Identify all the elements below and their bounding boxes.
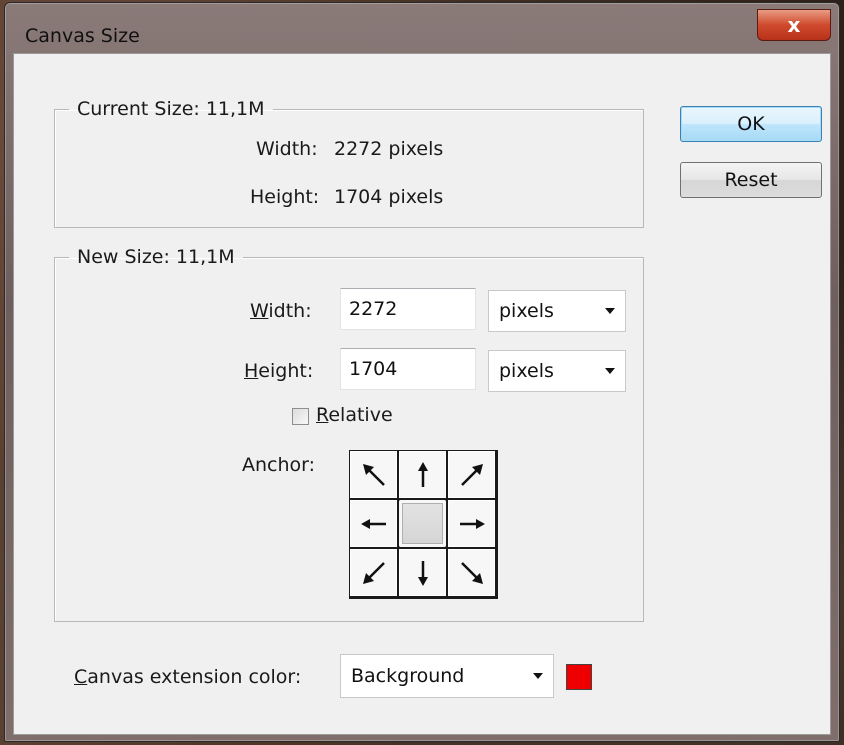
current-width-label: Width: xyxy=(256,138,318,160)
current-height-label: Height: xyxy=(250,186,320,208)
relative-label-rest: elative xyxy=(328,404,393,426)
height-mnemonic: H xyxy=(244,360,259,382)
anchor-bottom-left[interactable] xyxy=(350,549,397,596)
width-mnemonic: W xyxy=(250,300,269,322)
height-label-rest: eight: xyxy=(258,360,314,382)
anchor-left[interactable] xyxy=(350,500,397,547)
arrow-down-right-icon xyxy=(460,561,483,584)
window-title: Canvas Size xyxy=(25,25,140,47)
current-height-value: 1704 pixels xyxy=(334,186,444,208)
extension-color-value: Background xyxy=(351,665,465,687)
anchor-bottom-right[interactable] xyxy=(448,549,495,596)
current-size-group: Current Size: 11,1M xyxy=(54,98,644,228)
close-button[interactable]: x xyxy=(757,9,831,41)
anchor-grid xyxy=(349,450,498,599)
ok-button[interactable]: OK xyxy=(680,106,822,142)
extension-label-rest: anvas extension color: xyxy=(87,666,302,688)
extension-color-select[interactable]: Background xyxy=(340,654,554,698)
chevron-down-icon xyxy=(605,308,615,314)
width-unit-select[interactable]: pixels xyxy=(488,290,626,332)
height-unit-select[interactable]: pixels xyxy=(488,350,626,392)
anchor-top-left[interactable] xyxy=(350,451,397,498)
width-unit-value: pixels xyxy=(499,300,554,322)
current-size-legend: Current Size: 11,1M xyxy=(77,98,265,120)
new-height-label: Height: xyxy=(244,360,313,382)
height-input[interactable]: 1704 xyxy=(340,348,476,390)
new-width-label: Width: xyxy=(250,300,312,322)
anchor-top[interactable] xyxy=(399,451,446,498)
new-size-legend: New Size: 11,1M xyxy=(77,246,235,268)
anchor-label: Anchor: xyxy=(242,454,316,476)
chevron-down-icon xyxy=(533,673,543,679)
anchor-center[interactable] xyxy=(399,500,446,547)
extension-color-label: Canvas extension color: xyxy=(74,666,301,688)
anchor-top-right[interactable] xyxy=(448,451,495,498)
current-width-value: 2272 pixels xyxy=(334,138,444,160)
arrow-down-left-icon xyxy=(362,561,385,584)
title-bar[interactable]: Canvas Size x xyxy=(5,3,839,55)
width-input[interactable]: 2272 xyxy=(340,288,476,330)
arrow-up-icon xyxy=(417,461,428,487)
width-label-rest: idth: xyxy=(268,300,312,322)
close-icon: x xyxy=(787,13,801,37)
anchor-bottom[interactable] xyxy=(399,549,446,596)
relative-checkbox[interactable] xyxy=(292,408,309,425)
reset-button[interactable]: Reset xyxy=(680,162,822,198)
arrow-down-icon xyxy=(417,560,428,586)
chevron-down-icon xyxy=(605,368,615,374)
arrow-right-icon xyxy=(459,518,485,529)
relative-mnemonic: R xyxy=(316,404,329,426)
extension-mnemonic: C xyxy=(74,666,88,688)
relative-label[interactable]: Relative xyxy=(316,404,393,426)
arrow-up-left-icon xyxy=(362,463,385,486)
canvas-size-dialog: Canvas Size x Current Size: 11,1M Width:… xyxy=(4,2,840,742)
dialog-body: Current Size: 11,1M Width: 2272 pixels H… xyxy=(13,53,831,735)
arrow-up-right-icon xyxy=(460,463,483,486)
extension-color-swatch[interactable] xyxy=(566,664,592,690)
height-unit-value: pixels xyxy=(499,360,554,382)
arrow-left-icon xyxy=(360,518,386,529)
anchor-right[interactable] xyxy=(448,500,495,547)
